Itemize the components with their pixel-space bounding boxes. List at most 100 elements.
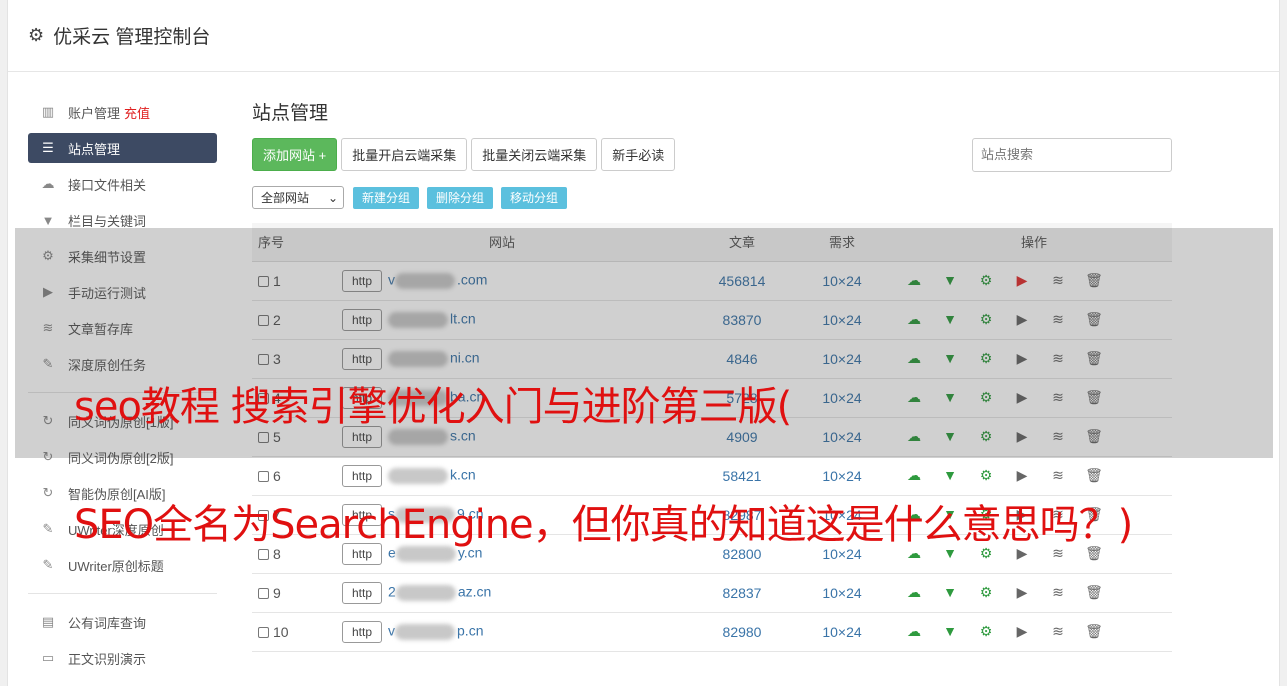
play-circle-icon[interactable]: ▶	[1004, 311, 1040, 328]
play-circle-icon[interactable]: ▶	[1004, 272, 1040, 289]
trash-icon[interactable]: 🗑	[1076, 350, 1112, 367]
site-suffix[interactable]: az.cn	[458, 583, 491, 599]
play-circle-icon[interactable]: ▶	[1004, 467, 1040, 484]
cogs-icon[interactable]: ⚙	[968, 389, 1004, 406]
new-group-button[interactable]: 新建分组	[353, 186, 420, 209]
database-icon[interactable]: ≋	[1040, 311, 1076, 328]
sidebar-item[interactable]: ✎ UWriter原创标题	[28, 547, 217, 583]
beginner-guide-button[interactable]: 新手必读	[601, 138, 676, 171]
batch-close-cloud-button[interactable]: 批量关闭云端采集	[471, 138, 598, 171]
cogs-icon[interactable]: ⚙	[968, 467, 1004, 484]
cogs-icon[interactable]: ⚙	[968, 311, 1004, 328]
cloud-upload-icon[interactable]: ☁	[896, 389, 932, 406]
cell-demand[interactable]: 10×24	[802, 456, 882, 496]
filter-icon[interactable]: ▼	[932, 584, 968, 600]
row-checkbox[interactable]	[258, 548, 269, 560]
cell-articles[interactable]: 82837	[682, 573, 802, 613]
cell-demand[interactable]: 10×24	[802, 573, 882, 613]
filter-icon[interactable]: ▼	[932, 467, 968, 483]
group-select[interactable]: 全部网站 ⌄	[252, 186, 344, 209]
cell-demand[interactable]: 10×24	[802, 378, 882, 418]
cloud-upload-icon[interactable]: ☁	[896, 311, 932, 328]
play-circle-icon[interactable]: ▶	[1004, 428, 1040, 445]
site-prefix[interactable]: 2	[388, 583, 396, 599]
row-checkbox[interactable]	[258, 470, 269, 482]
sidebar-item[interactable]: ▥ 账户管理 充值	[28, 94, 217, 130]
site-search-input[interactable]	[972, 137, 1172, 172]
sidebar-item[interactable]: ▶ 手动运行测试	[28, 274, 217, 310]
play-circle-icon[interactable]: ▶	[1004, 623, 1040, 640]
cloud-upload-icon[interactable]: ☁	[896, 467, 932, 484]
cogs-icon[interactable]: ⚙	[968, 350, 1004, 367]
delete-group-button[interactable]: 删除分组	[427, 186, 494, 209]
site-prefix[interactable]: v	[388, 271, 395, 287]
recharge-badge[interactable]: 充值	[124, 103, 150, 122]
database-icon[interactable]: ≋	[1040, 272, 1076, 289]
cloud-upload-icon[interactable]: ☁	[896, 272, 932, 289]
cloud-upload-icon[interactable]: ☁	[896, 428, 932, 445]
row-checkbox[interactable]	[258, 431, 269, 443]
cell-demand[interactable]: 10×24	[802, 612, 882, 652]
sidebar-item[interactable]: ↻ 同义词伪原创[2版]	[28, 439, 217, 475]
filter-icon[interactable]: ▼	[932, 272, 968, 288]
trash-icon[interactable]: 🗑	[1076, 623, 1112, 640]
database-icon[interactable]: ≋	[1040, 584, 1076, 601]
batch-open-cloud-button[interactable]: 批量开启云端采集	[341, 138, 468, 171]
sidebar-item[interactable]: ≋ 文章暂存库	[28, 310, 217, 346]
cogs-icon[interactable]: ⚙	[968, 428, 1004, 445]
cell-articles[interactable]: 4846	[682, 339, 802, 379]
trash-icon[interactable]: 🗑	[1076, 389, 1112, 406]
cogs-icon[interactable]: ⚙	[968, 623, 1004, 640]
play-circle-icon[interactable]: ▶	[1004, 350, 1040, 367]
cloud-upload-icon[interactable]: ☁	[896, 584, 932, 601]
row-checkbox[interactable]	[258, 587, 269, 599]
sidebar-item[interactable]: ☰ 站点管理	[28, 133, 217, 163]
sidebar-item[interactable]: ▭ 正文识别演示	[28, 640, 217, 676]
cell-demand[interactable]: 10×24	[802, 300, 882, 340]
trash-icon[interactable]: 🗑	[1076, 272, 1112, 289]
cloud-upload-icon[interactable]: ☁	[896, 623, 932, 640]
cell-demand[interactable]: 10×24	[802, 261, 882, 301]
filter-icon[interactable]: ▼	[932, 311, 968, 327]
cogs-icon[interactable]: ⚙	[968, 272, 1004, 289]
site-suffix[interactable]: ni.cn	[450, 349, 480, 365]
row-checkbox[interactable]	[258, 275, 269, 287]
database-icon[interactable]: ≋	[1040, 389, 1076, 406]
site-prefix[interactable]: v	[388, 622, 395, 638]
trash-icon[interactable]: 🗑	[1076, 428, 1112, 445]
row-checkbox[interactable]	[258, 314, 269, 326]
database-icon[interactable]: ≋	[1040, 350, 1076, 367]
sidebar-item[interactable]: ▤ 公有词库查询	[28, 604, 217, 640]
filter-icon[interactable]: ▼	[932, 389, 968, 405]
add-site-button[interactable]: 添加网站 +	[252, 138, 338, 171]
move-group-button[interactable]: 移动分组	[501, 186, 568, 209]
row-checkbox[interactable]	[258, 626, 269, 638]
cell-articles[interactable]: 58421	[682, 456, 802, 496]
cell-demand[interactable]: 10×24	[802, 339, 882, 379]
site-suffix[interactable]: k.cn	[450, 466, 476, 482]
site-suffix[interactable]: .com	[457, 271, 487, 287]
sidebar-item[interactable]: ▼ 栏目与关键词	[28, 202, 217, 238]
cell-articles[interactable]: 83870	[682, 300, 802, 340]
trash-icon[interactable]: 🗑	[1076, 584, 1112, 601]
filter-icon[interactable]: ▼	[932, 623, 968, 639]
play-circle-icon[interactable]: ▶	[1004, 389, 1040, 406]
cell-articles[interactable]: 456814	[682, 261, 802, 301]
site-suffix[interactable]: p.cn	[457, 622, 483, 638]
cell-demand[interactable]: 10×24	[802, 417, 882, 457]
play-circle-icon[interactable]: ▶	[1004, 584, 1040, 601]
database-icon[interactable]: ≋	[1040, 467, 1076, 484]
sidebar-item[interactable]: ⚙ 采集细节设置	[28, 238, 217, 274]
trash-icon[interactable]: 🗑	[1076, 467, 1112, 484]
database-icon[interactable]: ≋	[1040, 623, 1076, 640]
cell-articles[interactable]: 82980	[682, 612, 802, 652]
sidebar-item[interactable]: ☁ 接口文件相关	[28, 166, 217, 202]
site-suffix[interactable]: lt.cn	[450, 310, 476, 326]
cloud-upload-icon[interactable]: ☁	[896, 350, 932, 367]
filter-icon[interactable]: ▼	[932, 350, 968, 366]
database-icon[interactable]: ≋	[1040, 428, 1076, 445]
trash-icon[interactable]: 🗑	[1076, 311, 1112, 328]
cogs-icon[interactable]: ⚙	[968, 584, 1004, 601]
row-checkbox[interactable]	[258, 353, 269, 365]
filter-icon[interactable]: ▼	[932, 428, 968, 444]
